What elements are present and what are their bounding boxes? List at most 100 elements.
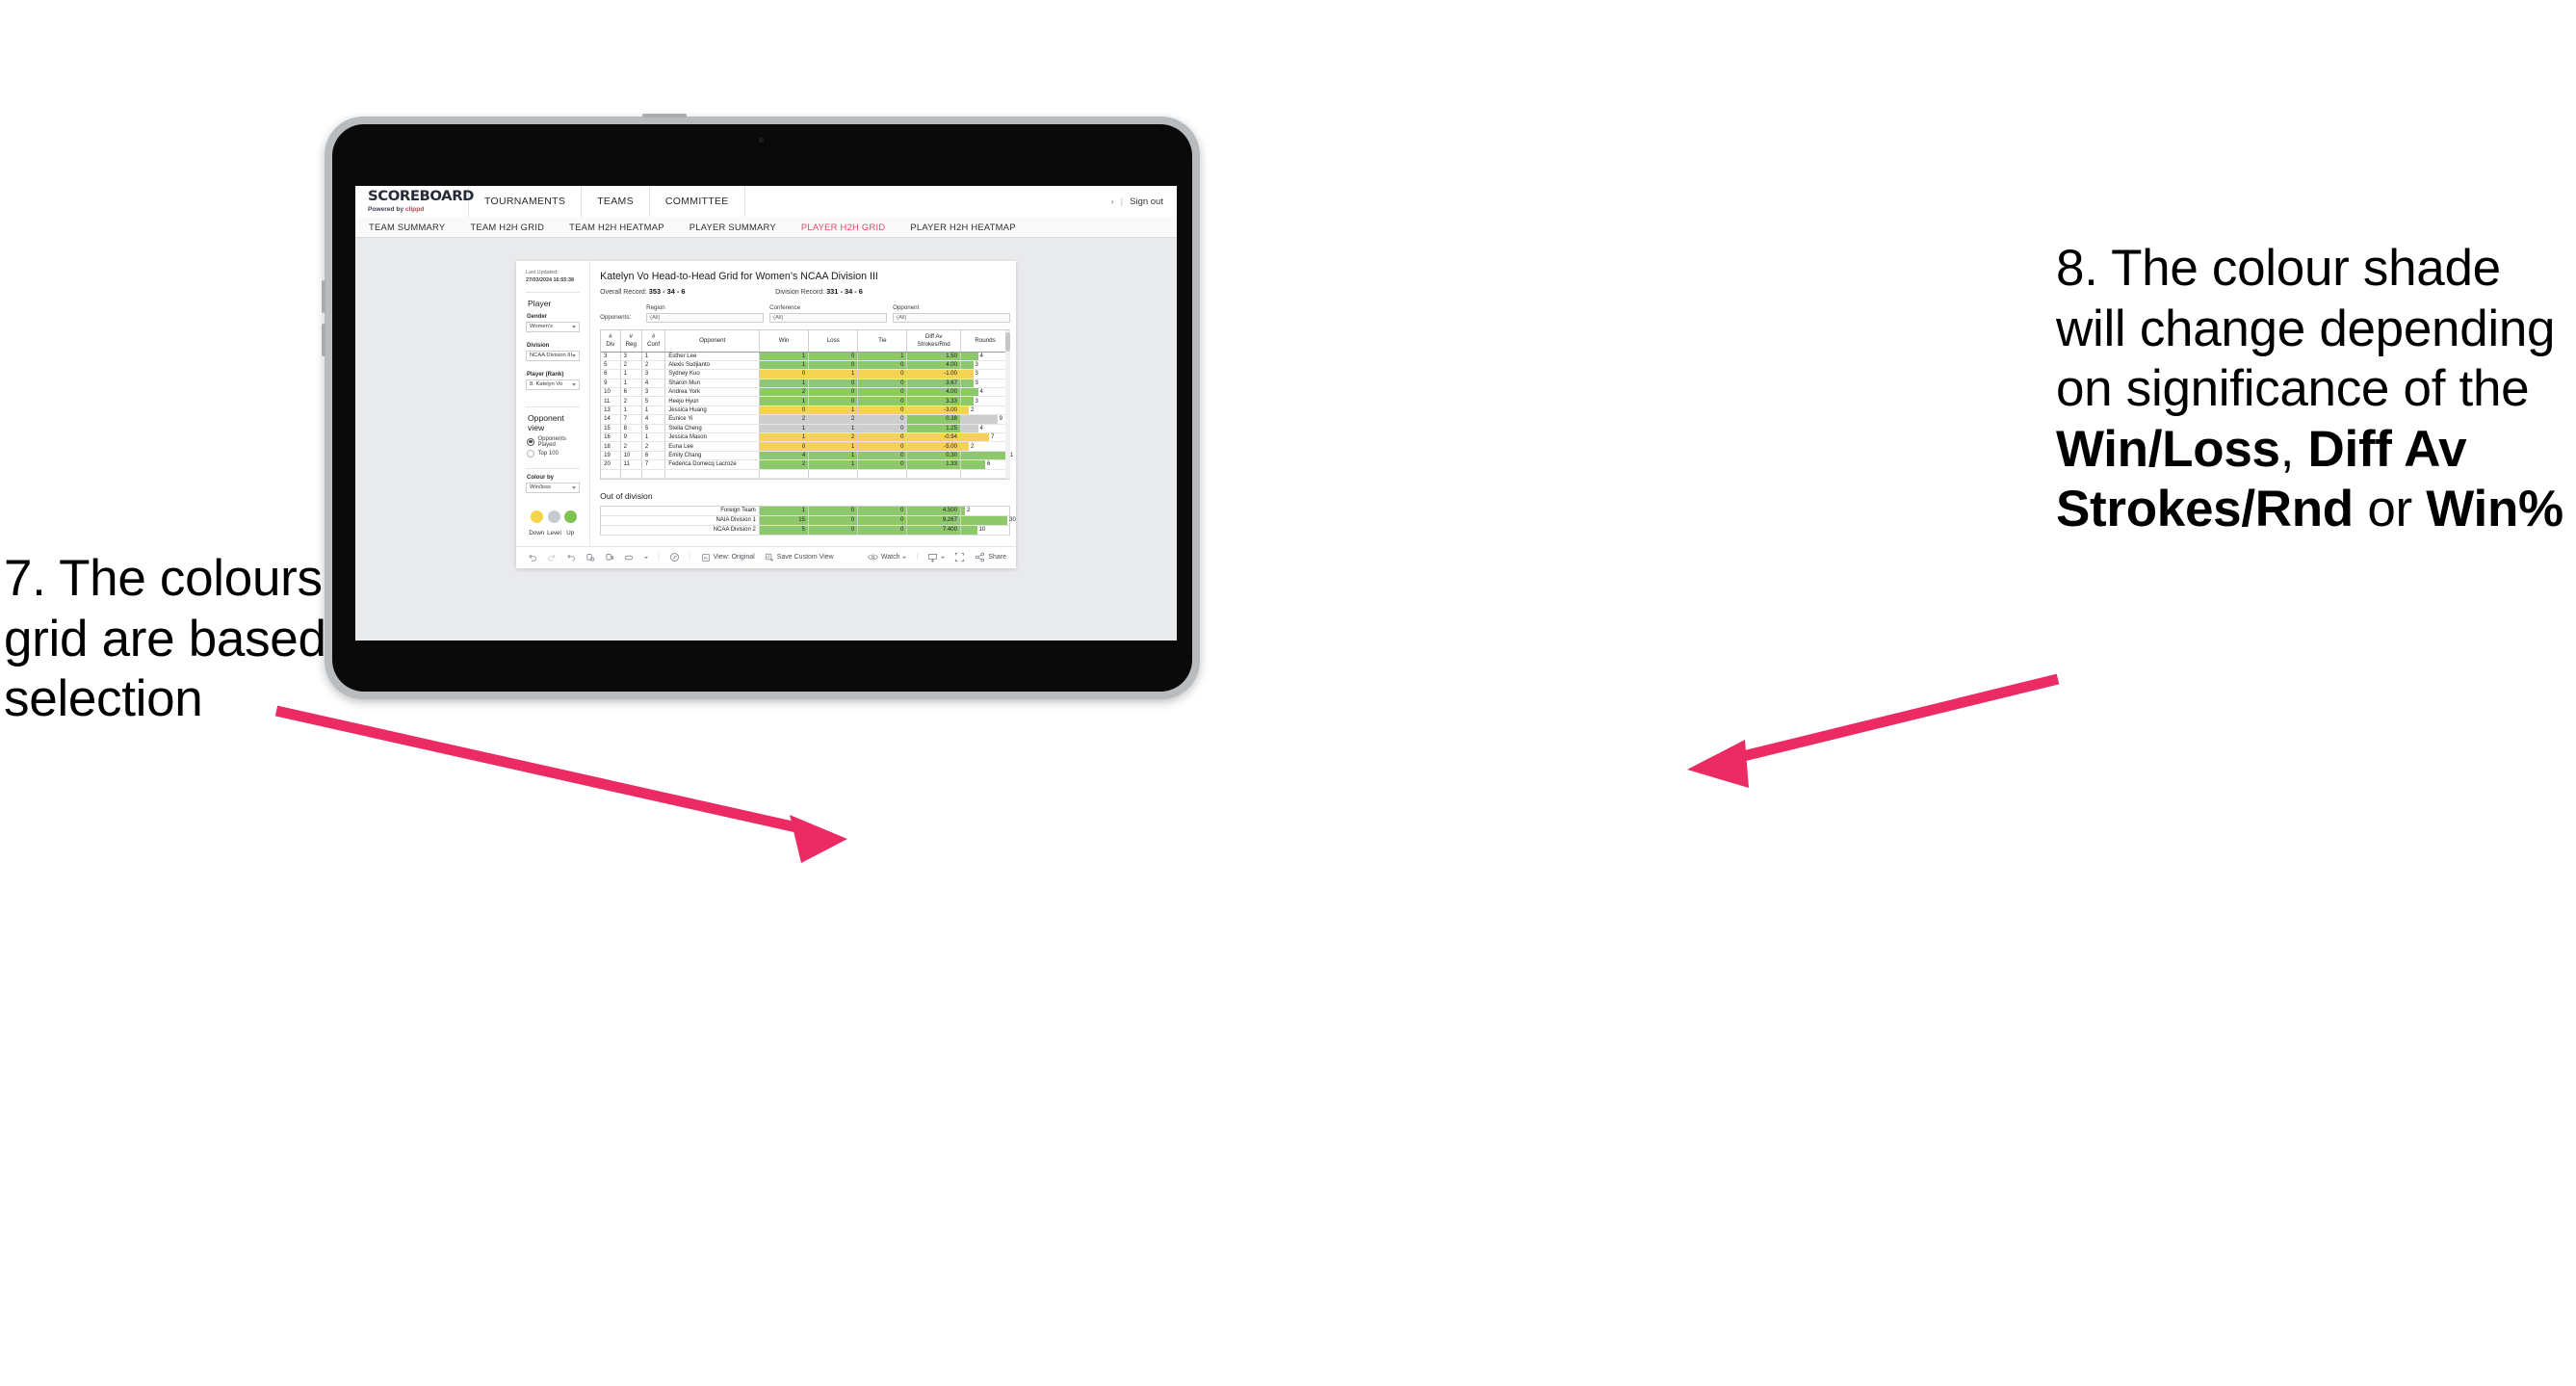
radio-opponents-played[interactable]: Opponents Played (527, 436, 580, 448)
brand-logo[interactable]: SCOREBOARD Powered by clippd (355, 186, 474, 217)
legend-item-up: Up (563, 510, 577, 536)
view-original-button[interactable]: View: Original (701, 553, 755, 562)
cell-conf: 3 (641, 387, 666, 398)
out-of-division-heading: Out of division (600, 490, 653, 501)
cell-diff: 0.38 (906, 414, 961, 425)
cell-div: 9 (601, 379, 621, 389)
cell-div: 15 (601, 424, 621, 434)
table-row[interactable]: 3 3 1 Esther Lee 1 0 1 1.50 4 (601, 352, 1011, 361)
cell-tie: 0 (857, 459, 908, 470)
table-row[interactable]: 13 1 1 Jessica Huang 0 1 0 -3.00 2 (601, 405, 1011, 416)
nav-item-committee[interactable]: COMMITTEE (649, 186, 745, 219)
radio-button-icon (527, 449, 534, 458)
grid-scrollbar[interactable] (1005, 330, 1011, 479)
cell-empty (808, 469, 859, 479)
legend-dot-down-icon (530, 510, 543, 523)
rounds-bar (960, 460, 986, 469)
pace-icon[interactable] (669, 552, 680, 562)
table-row[interactable]: 14 7 4 Eunice Yi 2 2 0 0.38 9 (601, 414, 1011, 425)
division-label: Division (527, 342, 550, 349)
cell-diff: -1.00 (906, 369, 961, 379)
cell-opponent: Stella Cheng (664, 424, 761, 434)
table-row[interactable]: 11 2 5 Heejo Hyun 1 0 0 3.33 3 (601, 396, 1011, 406)
save-custom-view-button[interactable]: Save Custom View (765, 553, 834, 562)
primary-nav: TOURNAMENTS TEAMS COMMITTEE (469, 186, 745, 219)
undo-icon[interactable] (528, 553, 537, 562)
annotation-right-mid2: or (2353, 481, 2427, 538)
watch-label: Watch (880, 554, 900, 562)
division-record: Division Record: 331 - 34 - 6 (775, 287, 863, 296)
legend-label-up: Up (566, 529, 575, 536)
conference-filter-select[interactable]: (All) (769, 313, 888, 323)
colour-by-select[interactable]: Win/loss (526, 483, 581, 493)
cell-conf: 7 (641, 459, 666, 470)
out-of-division-row[interactable]: NCAA Division 2 5 0 0 7.400 10 (600, 525, 1011, 536)
cell-opponent: Sharon Mun (664, 379, 761, 389)
table-row[interactable]: 5 2 2 Alexis Sudjianto 1 0 0 4.00 3 (601, 360, 1011, 371)
cell-diff: -0.94 (906, 432, 961, 443)
cell-tie: 0 (857, 432, 908, 443)
highlight-icon[interactable] (624, 553, 635, 562)
fullscreen-icon[interactable] (954, 552, 965, 562)
rounds-bar (960, 352, 978, 360)
radio-top-100[interactable]: Top 100 (527, 449, 580, 458)
cell-conf: 1 (641, 432, 666, 443)
cell-conf: 5 (641, 424, 666, 434)
cell-loss: 0 (808, 506, 859, 516)
cell-rounds: 4 (960, 387, 1011, 398)
download-button[interactable] (927, 553, 946, 562)
share-button[interactable]: Share (975, 552, 1006, 562)
nav-item-tournaments[interactable]: TOURNAMENTS (469, 186, 583, 217)
brand-subtitle: Powered by clippd (368, 206, 468, 213)
radio-top-100-label: Top 100 (537, 450, 559, 457)
watch-button[interactable]: Watch (868, 553, 907, 562)
power-button (642, 114, 687, 118)
redo-icon[interactable] (547, 553, 557, 562)
region-filter-select[interactable]: (All) (646, 313, 765, 323)
table-row[interactable]: 20 11 7 Federica Domecq Lacroze 2 1 0 1.33 6 (601, 459, 1011, 470)
pause-icon[interactable] (605, 553, 614, 562)
cell-rounds: 3 (960, 369, 1011, 379)
cell-reg: 1 (620, 405, 642, 416)
opponent-filter-select[interactable]: (All) (893, 313, 1011, 323)
table-row[interactable]: 15 8 5 Stella Cheng 1 1 0 1.25 4 (601, 424, 1011, 434)
tab-team-h2h-heatmap[interactable]: TEAM H2H HEATMAP (569, 222, 664, 232)
tab-player-h2h-grid[interactable]: PLAYER H2H GRID (801, 222, 885, 232)
gender-select[interactable]: Women’s (526, 322, 581, 332)
sign-out-link[interactable]: Sign out (1130, 196, 1163, 207)
chevron-right-icon[interactable]: › (1111, 196, 1114, 206)
grid-scrollbar-thumb[interactable] (1005, 332, 1011, 352)
cell-win: 0 (759, 441, 810, 452)
revert-icon[interactable] (566, 553, 576, 562)
rounds-bar (960, 370, 974, 379)
table-row[interactable]: 10 6 3 Andrea York 2 0 0 4.00 4 (601, 387, 1011, 398)
last-updated-value: 27/03/2024 16:55:38 (526, 276, 575, 283)
out-of-division-row[interactable]: Foreign Team 1 0 0 4.500 2 (600, 506, 1011, 516)
tab-team-h2h-grid[interactable]: TEAM H2H GRID (470, 222, 544, 232)
out-of-division-row[interactable]: NAIA Division 1 15 0 0 9.267 30 (600, 515, 1016, 526)
table-row[interactable]: 6 1 3 Sydney Kuo 0 1 0 -1.00 3 (601, 369, 1011, 379)
cell-diff: 3.67 (906, 379, 961, 389)
tab-team-summary[interactable]: TEAM SUMMARY (369, 222, 445, 232)
chevron-down-icon (572, 382, 577, 386)
table-row[interactable]: 18 2 2 Euna Lee 0 1 0 -5.00 2 (601, 441, 1011, 452)
rounds-bar (960, 424, 978, 433)
chevron-down-icon[interactable] (644, 556, 648, 559)
table-row[interactable]: 16 9 1 Jessica Mason 1 2 0 -0.94 7 (601, 432, 1011, 443)
cell-win: 15 (759, 515, 809, 526)
save-custom-view-label: Save Custom View (776, 554, 834, 562)
volume-button-down (322, 324, 325, 356)
legend-item-level: Level (547, 510, 561, 536)
cell-loss: 1 (808, 405, 859, 416)
chevron-down-icon (572, 353, 577, 357)
nav-item-teams[interactable]: TEAMS (582, 186, 650, 217)
cell-opponent: Federica Domecq Lacroze (664, 459, 761, 470)
division-select[interactable]: NCAA Division III (526, 351, 581, 361)
refresh-icon[interactable] (585, 553, 595, 562)
tab-player-h2h-heatmap[interactable]: PLAYER H2H HEATMAP (910, 222, 1015, 232)
tab-player-summary[interactable]: PLAYER SUMMARY (690, 222, 776, 232)
table-row[interactable]: 19 10 6 Emily Chang 4 1 0 0.30 11 (601, 451, 1013, 461)
table-row[interactable]: 9 1 4 Sharon Mun 1 0 0 3.67 3 (601, 379, 1011, 389)
toolbar-divider-3: | (916, 554, 919, 562)
player-rank-select[interactable]: 8. Katelyn Vo (526, 379, 581, 390)
